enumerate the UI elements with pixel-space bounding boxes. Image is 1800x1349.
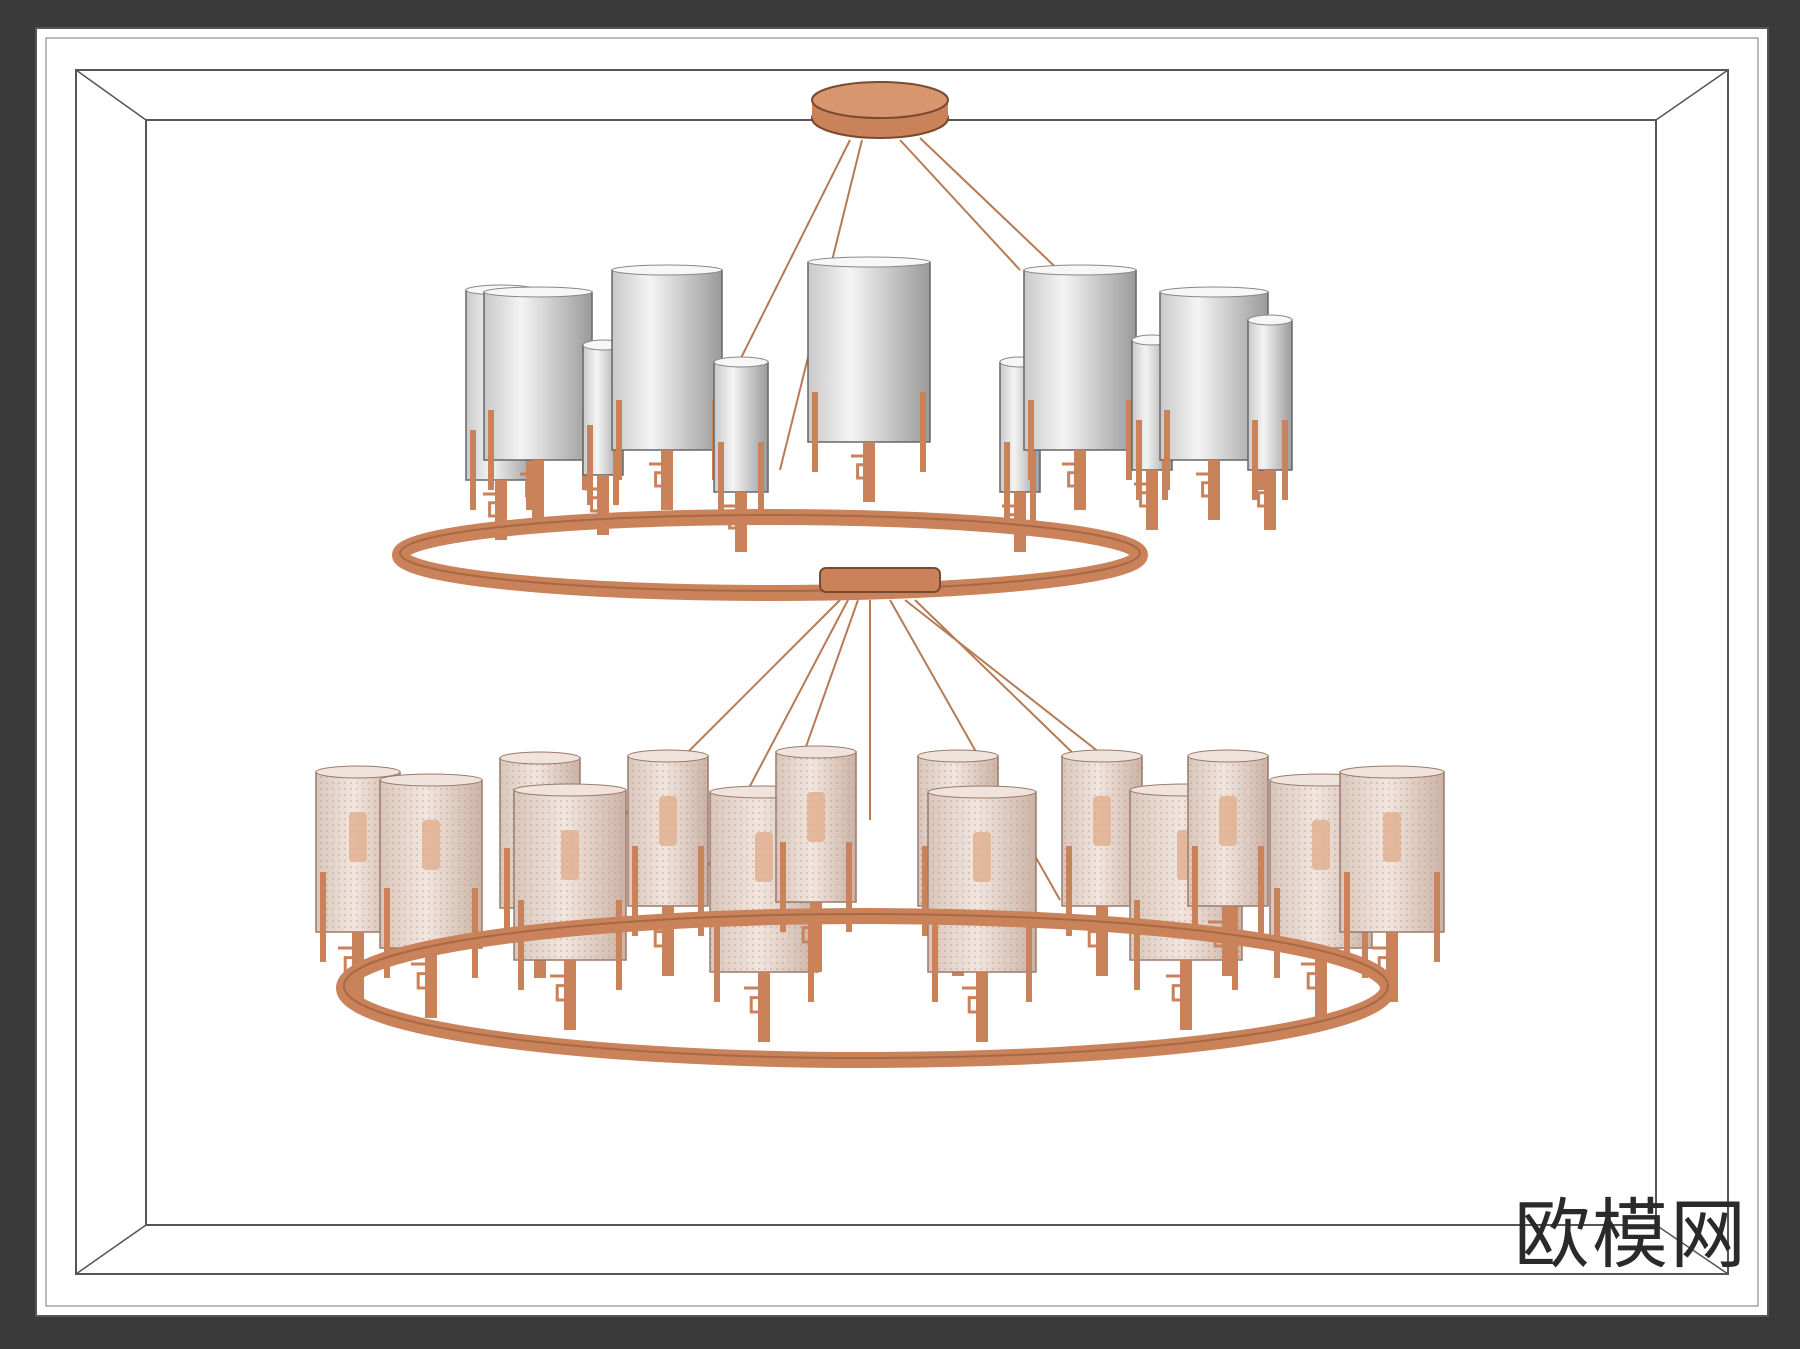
brand-logo-corner: 欧模网 [1514,1173,1748,1283]
center-hub [820,568,940,592]
chandelier-render [0,0,1800,1345]
canopy-top [812,82,948,118]
upper-lamp [1248,315,1292,530]
render-canvas [0,0,1800,1345]
